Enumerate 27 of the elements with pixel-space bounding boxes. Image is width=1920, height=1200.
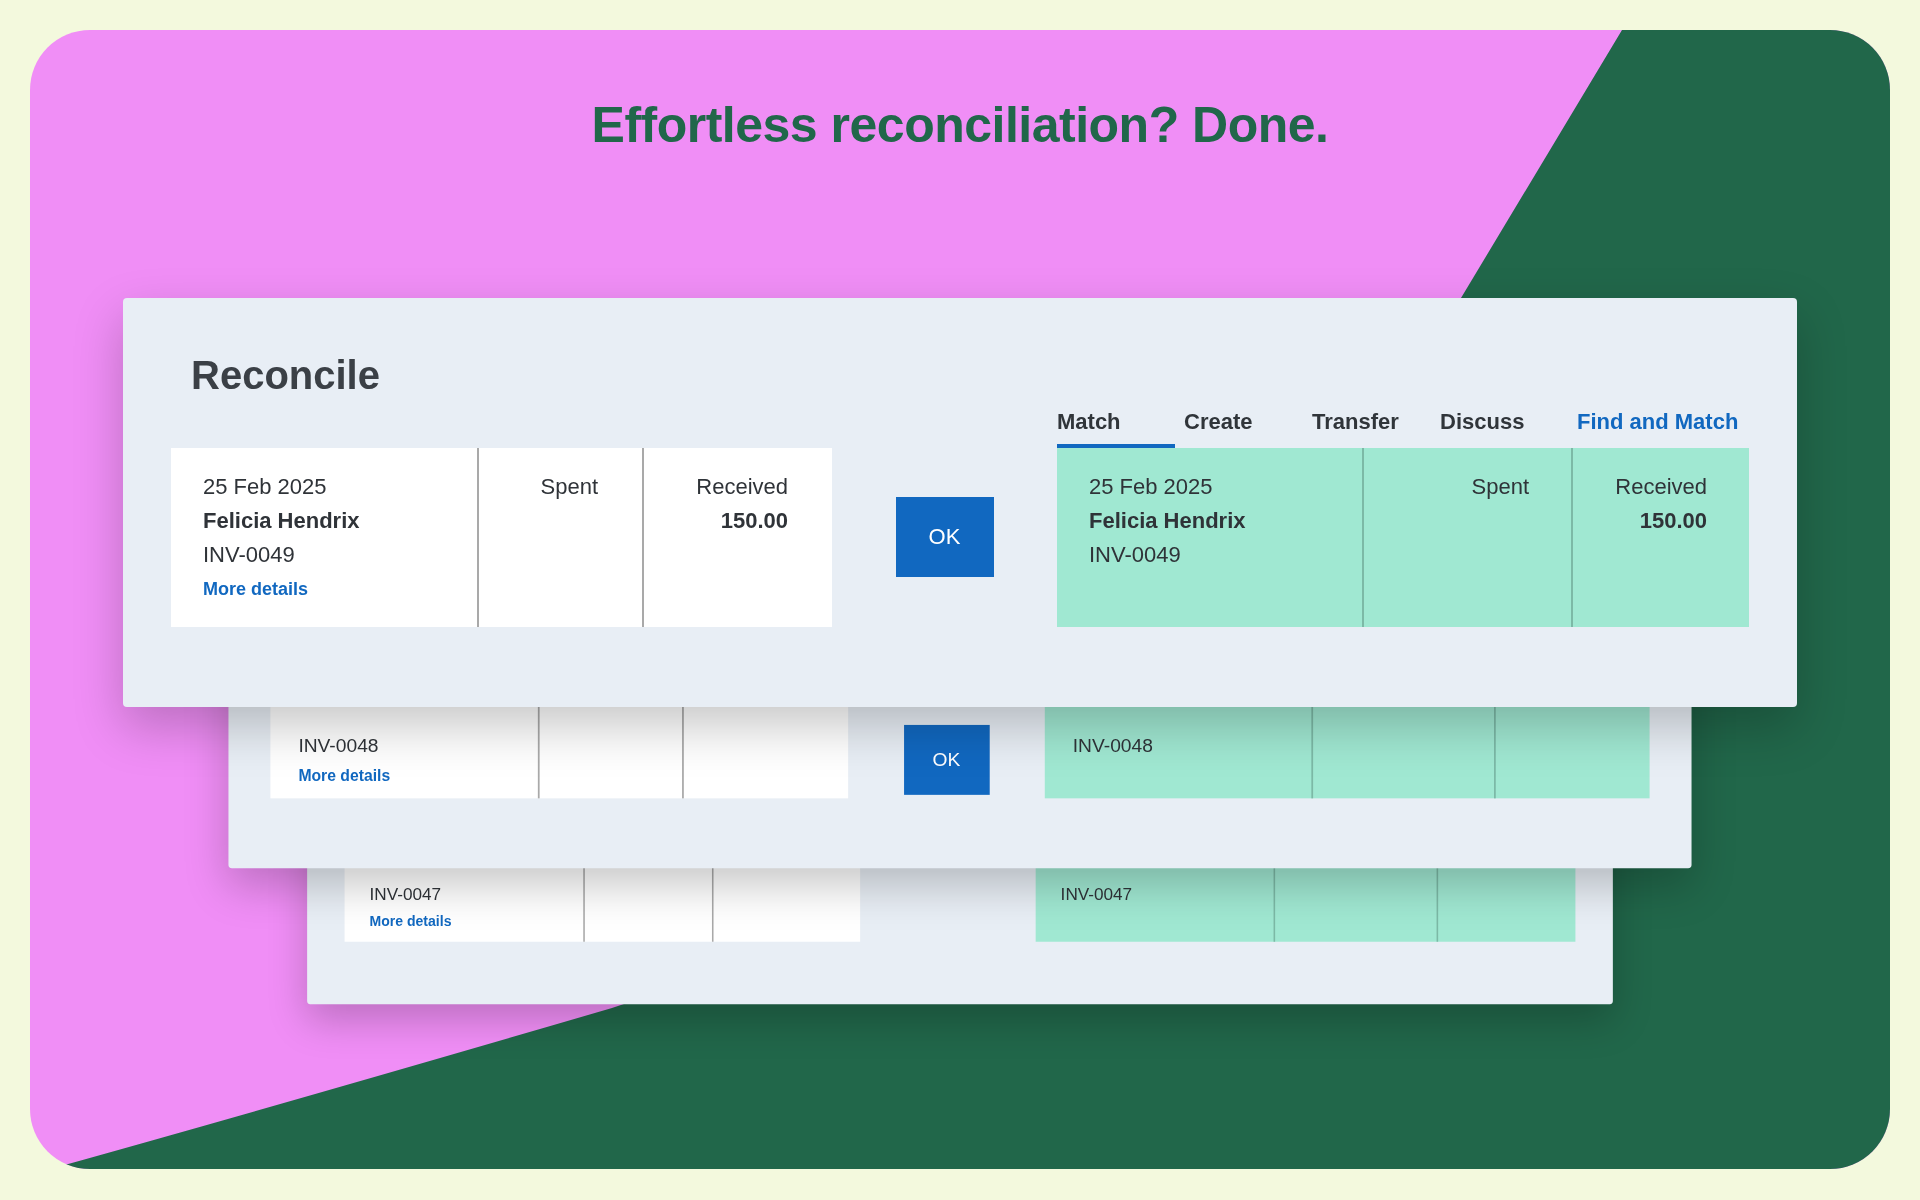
more-details-link[interactable]: More details	[203, 572, 309, 606]
table-text: INV-0047	[369, 883, 442, 907]
table-text: Spent	[540, 473, 598, 501]
table-text: Felicia Hendrix	[1089, 507, 1246, 535]
find-and-match-link[interactable]: Find and Match	[1577, 400, 1747, 448]
table-text: Received	[1615, 473, 1707, 501]
table-text: Spent	[1471, 473, 1529, 501]
tab[interactable]: Discuss	[1440, 400, 1565, 448]
table-text: INV-0048	[1072, 733, 1153, 759]
table-text: 150.00	[720, 507, 788, 535]
more-details-link[interactable]: More details	[298, 760, 391, 791]
table-text: Felicia Hendrix	[203, 507, 360, 535]
table-text: INV-0049	[203, 541, 295, 569]
table-text: 25 Feb 2025	[1089, 473, 1213, 501]
ok-button[interactable]: OK	[895, 497, 994, 577]
dialog-title: Reconcile	[190, 352, 380, 398]
table-text: INV-0047	[1060, 883, 1133, 907]
table-text: 150.00	[1639, 507, 1707, 535]
ok-button[interactable]: OK	[903, 724, 990, 795]
table-text: INV-0048	[298, 733, 379, 759]
tab[interactable]: Create	[1184, 400, 1300, 448]
tab[interactable]: Transfer	[1312, 400, 1428, 448]
table-text: INV-0049	[1089, 541, 1181, 569]
table-text: Received	[696, 473, 788, 501]
table-text: 25 Feb 2025	[203, 473, 327, 501]
headline: Effortless reconciliation? Done.	[591, 96, 1329, 154]
more-details-link[interactable]: More details	[369, 908, 452, 935]
